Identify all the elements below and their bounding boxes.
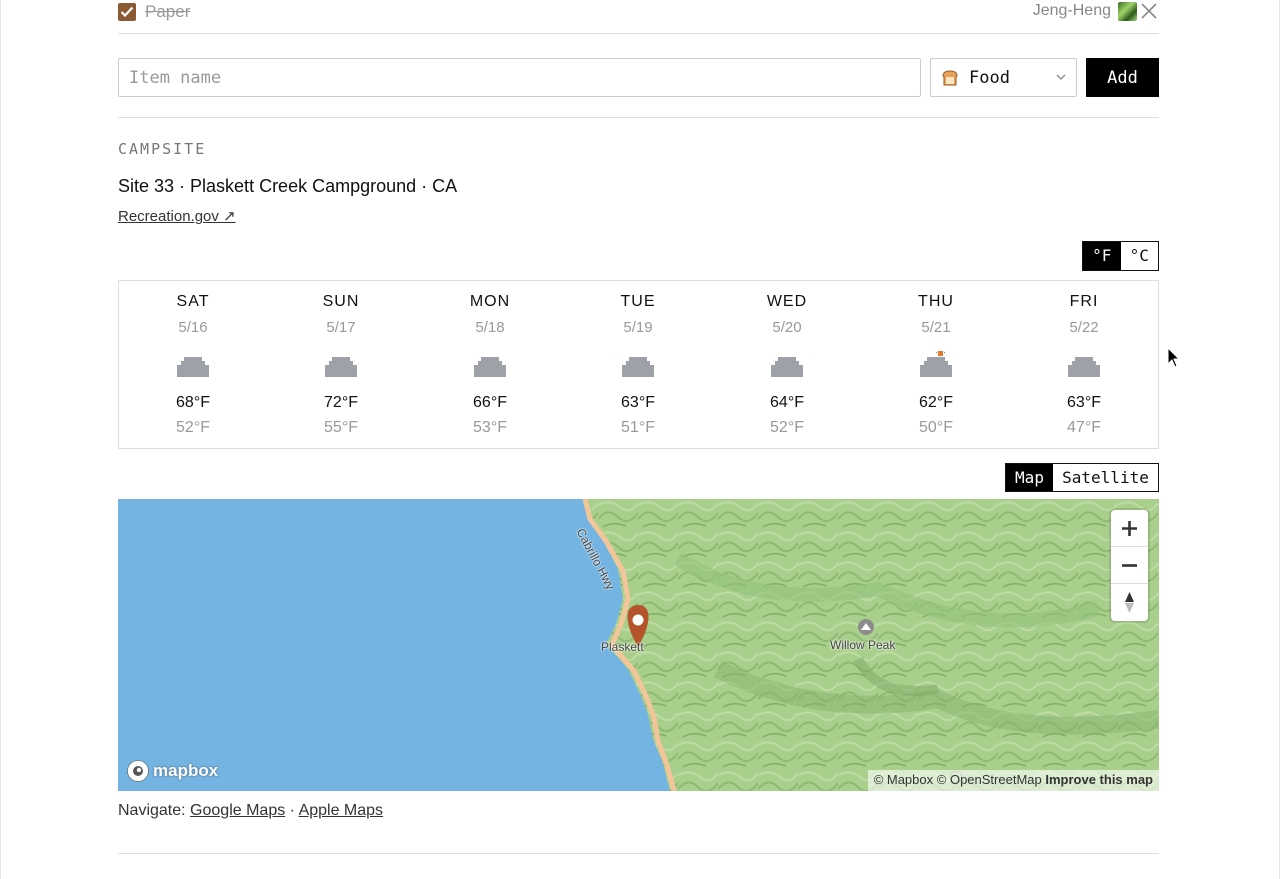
high-temp: 68°F — [176, 394, 210, 411]
add-item-form: Food Add — [118, 58, 1159, 97]
forecast-date: 5/19 — [623, 319, 653, 336]
forecast-date: 5/18 — [475, 319, 505, 336]
high-temp: 64°F — [770, 394, 804, 411]
zoom-in-button[interactable] — [1111, 510, 1148, 547]
compass-icon — [1125, 592, 1134, 613]
campsite-map[interactable]: Cabrillo Hwy Plaskett Willow Peak mapbox… — [118, 499, 1159, 791]
cloud-icon — [325, 357, 357, 377]
mapbox-logo[interactable]: mapbox — [126, 759, 218, 783]
plus-icon — [1122, 521, 1137, 536]
category-select[interactable]: Food — [930, 58, 1077, 97]
add-button[interactable]: Add — [1086, 58, 1159, 97]
low-temp: 52°F — [770, 419, 804, 436]
close-icon — [1141, 3, 1157, 19]
map-attribution: © Mapbox © OpenStreetMap Improve this ma… — [867, 770, 1159, 791]
item-checkbox[interactable] — [118, 3, 136, 21]
cloud-icon — [177, 357, 209, 377]
osm-attribution-link[interactable]: © OpenStreetMap — [937, 772, 1042, 787]
apple-maps-link[interactable]: Apple Maps — [299, 802, 384, 819]
google-maps-link[interactable]: Google Maps — [190, 802, 285, 819]
cloud-icon — [771, 357, 803, 377]
high-temp: 63°F — [1067, 394, 1101, 411]
cloud-icon — [474, 357, 506, 377]
high-temp: 63°F — [621, 394, 655, 411]
day-of-week: TUE — [620, 293, 656, 310]
bread-icon — [942, 70, 958, 86]
check-icon — [120, 6, 134, 18]
chevron-down-icon — [1056, 74, 1066, 80]
day-of-week: THU — [918, 293, 954, 310]
pin-label: Plaskett — [601, 640, 644, 654]
recreation-gov-link[interactable]: Recreation.gov ↗ — [118, 207, 236, 225]
category-value: Food — [969, 68, 1010, 88]
unit-toggle: °F °C — [1082, 241, 1159, 271]
forecast-date: 5/22 — [1069, 319, 1099, 336]
item-name: Paper — [145, 2, 191, 21]
fahrenheit-toggle[interactable]: °F — [1083, 242, 1121, 270]
minus-icon — [1122, 564, 1137, 567]
day-of-week: SAT — [176, 293, 210, 310]
divider — [118, 853, 1159, 854]
mapbox-logo-text: mapbox — [153, 761, 219, 780]
celsius-toggle[interactable]: °C — [1120, 242, 1158, 270]
cloud-icon — [1068, 357, 1100, 377]
forecast-date: 5/17 — [326, 319, 356, 336]
high-temp: 66°F — [473, 394, 507, 411]
forecast-date: 5/20 — [772, 319, 802, 336]
forecast-day: SUN 5/17 72°F 55°F — [267, 281, 415, 448]
day-of-week: FRI — [1069, 293, 1099, 310]
forecast-day: FRI 5/22 63°F 47°F — [1010, 281, 1158, 448]
campsite-name: Site 33 · Plaskett Creek Campground · CA — [118, 176, 458, 196]
cloud-icon — [622, 357, 654, 377]
improve-map-link[interactable]: Improve this map — [1045, 772, 1153, 787]
item-row: Paper Jeng-Heng — [118, 0, 1159, 34]
low-temp: 53°F — [473, 419, 507, 436]
owner-avatar — [1118, 2, 1137, 21]
divider — [118, 117, 1159, 118]
mapbox-attribution-link[interactable]: © Mapbox — [874, 772, 933, 787]
partly-cloudy-icon — [920, 351, 952, 377]
zoom-out-button[interactable] — [1111, 547, 1148, 584]
forecast-date: 5/16 — [178, 319, 208, 336]
low-temp: 50°F — [919, 419, 953, 436]
forecast-date: 5/21 — [921, 319, 951, 336]
day-of-week: SUN — [322, 293, 360, 310]
item-name-input[interactable] — [118, 58, 921, 97]
weather-forecast: SAT 5/16 68°F 52°F SUN 5/17 72°F 55°F MO… — [118, 280, 1159, 449]
remove-item-button[interactable] — [1139, 1, 1159, 21]
low-temp: 51°F — [621, 419, 655, 436]
high-temp: 62°F — [919, 394, 953, 411]
link-separator: · — [289, 802, 295, 819]
map-style-toggle: Map Satellite — [1005, 463, 1159, 492]
day-of-week: MON — [469, 293, 511, 310]
section-label: CAMPSITE — [118, 140, 207, 158]
low-temp: 55°F — [324, 419, 358, 436]
zoom-controls — [1111, 510, 1148, 621]
peak-label: Willow Peak — [830, 638, 896, 652]
navigate-links: Navigate: Google Maps · Apple Maps — [118, 802, 1159, 820]
navigate-prefix: Navigate: — [118, 802, 186, 819]
satellite-view-toggle[interactable]: Satellite — [1053, 464, 1158, 491]
map-view-toggle[interactable]: Map — [1006, 464, 1053, 491]
low-temp: 47°F — [1067, 419, 1101, 436]
low-temp: 52°F — [176, 419, 210, 436]
item-owner: Jeng-Heng — [1032, 2, 1111, 19]
compass-button[interactable] — [1111, 584, 1148, 621]
day-of-week: WED — [766, 293, 808, 310]
mapbox-logo-icon — [127, 760, 149, 782]
high-temp: 72°F — [324, 394, 358, 411]
forecast-day: SAT 5/16 68°F 52°F — [119, 281, 267, 448]
forecast-day: MON 5/18 66°F 53°F — [416, 281, 564, 448]
forecast-day: WED 5/20 64°F 52°F — [713, 281, 861, 448]
forecast-day: THU 5/21 62°F 50°F — [862, 281, 1010, 448]
forecast-day: TUE 5/19 63°F 51°F — [564, 281, 712, 448]
mouse-cursor-icon — [1167, 347, 1181, 368]
